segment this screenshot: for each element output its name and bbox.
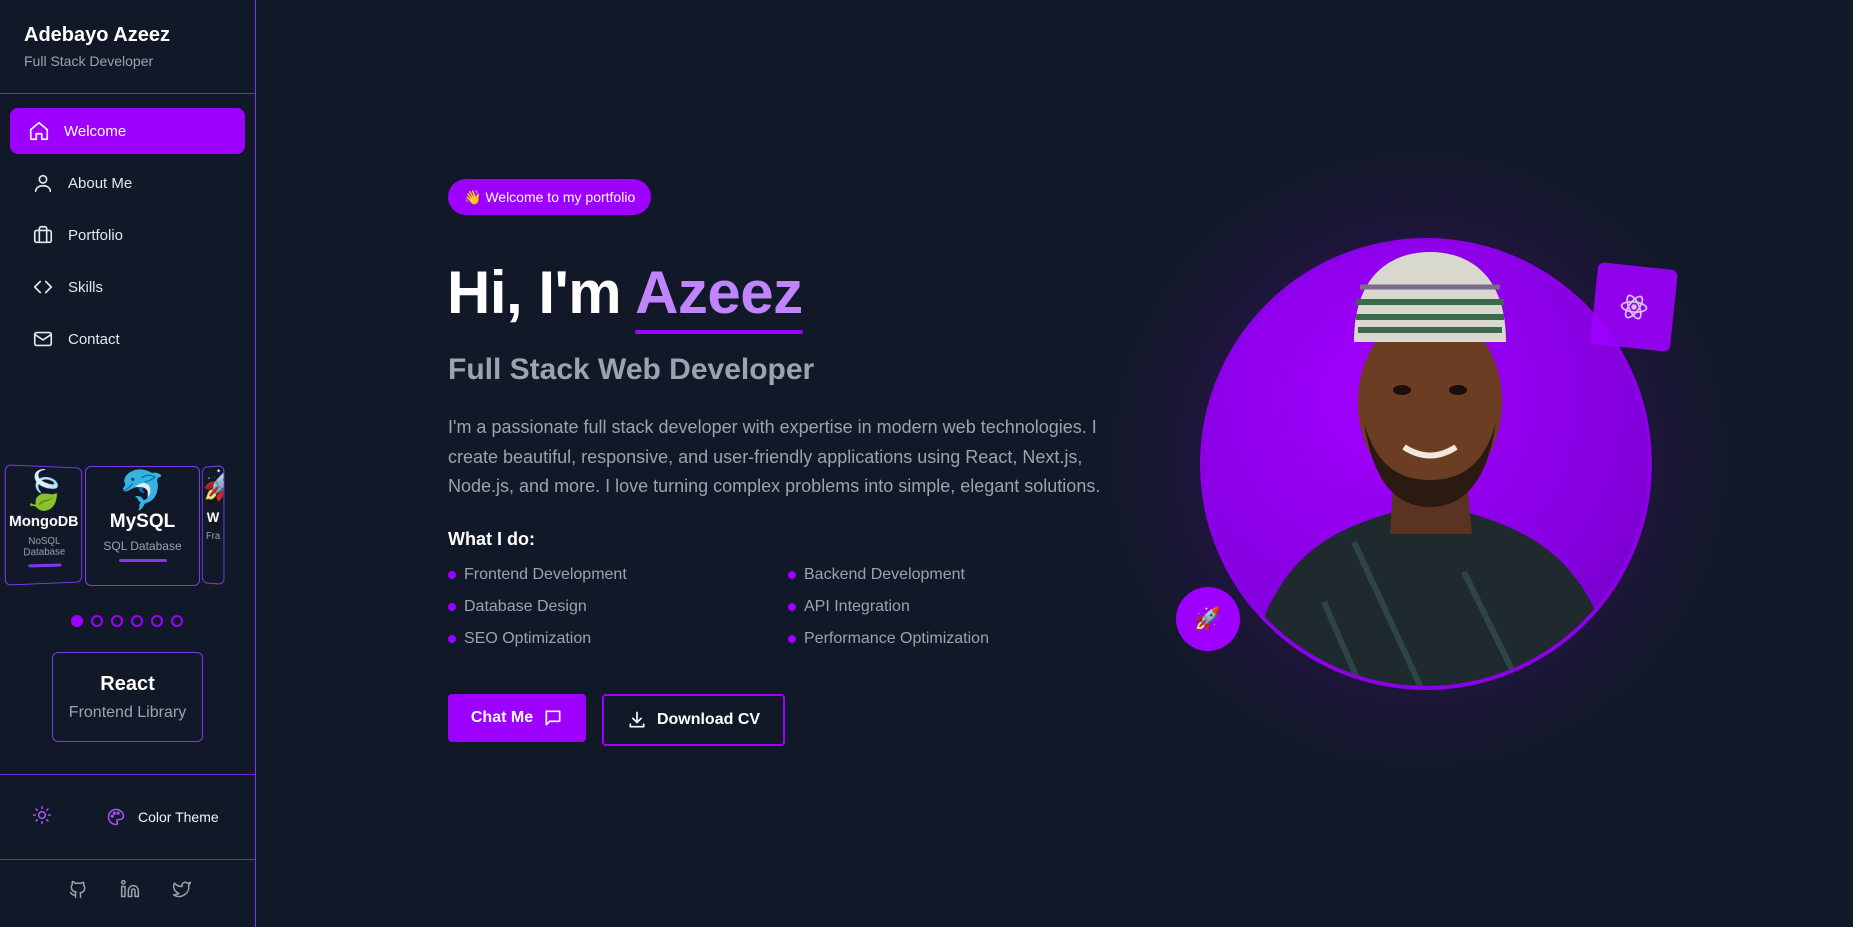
carousel-card-next[interactable]: 🚀 W Fra <box>201 465 225 585</box>
sidebar-item-skills[interactable]: Skills <box>10 264 245 310</box>
carousel-dot[interactable] <box>131 615 143 627</box>
carousel-card-title: W <box>206 508 220 525</box>
service-label: SEO Optimization <box>464 630 592 647</box>
palette-icon[interactable] <box>106 807 126 832</box>
profile-photo <box>1200 238 1652 690</box>
brand: Adebayo Azeez Full Stack Developer <box>0 0 255 94</box>
rocket-icon: 🚀 <box>1176 587 1240 651</box>
hero-title: Hi, I'm Azeez <box>447 258 803 327</box>
sidebar-nav: Welcome About Me Portfolio Skills Contac… <box>0 94 255 382</box>
services-list: Frontend Development Backend Development… <box>448 565 1048 649</box>
sidebar-item-label: Skills <box>68 278 104 296</box>
color-theme-button[interactable]: Color Theme <box>138 809 219 825</box>
list-item: Frontend Development <box>448 565 788 585</box>
tech-carousel[interactable]: 🍃 MongoDB NoSQL Database 🐬 MySQL SQL Dat… <box>0 462 256 592</box>
carousel-card-mongodb[interactable]: 🍃 MongoDB NoSQL Database <box>4 464 83 586</box>
home-icon <box>29 121 49 141</box>
message-icon <box>545 710 561 726</box>
bullet-icon <box>448 635 456 643</box>
carousel-dot[interactable] <box>71 615 83 627</box>
carousel-card-title: MongoDB <box>8 512 79 531</box>
list-item: SEO Optimization <box>448 629 788 649</box>
bullet-icon <box>788 571 796 579</box>
bullet-icon <box>448 603 456 611</box>
sidebar-item-label: Portfolio <box>68 226 124 244</box>
bullet-icon <box>448 571 456 579</box>
carousel-card-bar <box>27 563 61 568</box>
service-label: Backend Development <box>804 566 965 583</box>
carousel-dots <box>71 615 183 627</box>
chat-me-button[interactable]: Chat Me <box>448 694 586 742</box>
carousel-card-bar <box>118 559 167 562</box>
brand-role: Full Stack Developer <box>24 53 154 69</box>
leaf-icon: 🍃 <box>20 467 68 513</box>
service-label: Performance Optimization <box>804 630 989 647</box>
user-icon <box>34 174 52 193</box>
bullet-icon <box>788 603 796 611</box>
mail-icon <box>33 331 53 347</box>
hero-greeting: Hi, I'm <box>447 259 622 326</box>
service-label: Frontend Development <box>464 566 627 583</box>
hero-bio: I'm a passionate full stack developer wi… <box>448 417 1101 496</box>
current-tech-card: React Frontend Library <box>52 652 203 742</box>
twitter-icon[interactable] <box>171 878 193 900</box>
briefcase-icon <box>33 225 53 244</box>
rocket-icon: 🚀 <box>202 466 225 504</box>
social-links <box>0 878 255 900</box>
hero-subtitle: Full Stack Web Developer <box>448 353 815 386</box>
download-icon <box>629 711 645 728</box>
list-item: Database Design <box>448 597 788 617</box>
what-i-do-heading: What I do: <box>448 529 535 549</box>
carousel-dot[interactable] <box>151 615 163 627</box>
carousel-dot[interactable] <box>171 615 183 627</box>
current-tech-kind: Frontend Library <box>68 704 187 721</box>
brand-name: Adebayo Azeez <box>24 24 170 46</box>
carousel-card-subtitle: NoSQL Database <box>23 535 66 559</box>
download-cv-button[interactable]: Download CV <box>602 694 785 746</box>
service-label: Database Design <box>464 598 587 615</box>
download-cv-label: Download CV <box>656 711 761 728</box>
list-item: Backend Development <box>788 565 1048 585</box>
list-item: API Integration <box>788 597 1048 617</box>
list-item: Performance Optimization <box>788 629 1048 649</box>
service-label: API Integration <box>804 598 910 615</box>
sidebar-item-label: Welcome <box>64 122 127 140</box>
sidebar-item-contact[interactable]: Contact <box>10 316 245 362</box>
carousel-dot[interactable] <box>111 615 123 627</box>
code-icon <box>33 280 53 294</box>
carousel-card-subtitle: SQL Database <box>103 539 182 553</box>
chat-me-label: Chat Me <box>470 709 534 726</box>
sidebar: Adebayo Azeez Full Stack Developer Welco… <box>0 0 256 927</box>
sidebar-item-about[interactable]: About Me <box>10 160 245 206</box>
carousel-card-subtitle: Fra <box>206 530 221 543</box>
carousel-card-title: MySQL <box>109 511 176 532</box>
bullet-icon <box>788 635 796 643</box>
atom-icon <box>1589 262 1679 352</box>
dolphin-icon: 🐬 <box>118 468 167 512</box>
sidebar-item-label: About Me <box>68 174 133 192</box>
carousel-card-mysql[interactable]: 🐬 MySQL SQL Database <box>85 466 200 586</box>
github-icon[interactable] <box>67 878 89 900</box>
person-illustration <box>1245 252 1618 686</box>
theme-controls: Color Theme <box>0 774 255 860</box>
sun-icon[interactable] <box>32 805 52 830</box>
current-tech-name: React <box>100 673 155 695</box>
sidebar-item-portfolio[interactable]: Portfolio <box>10 212 245 258</box>
welcome-badge: 👋 Welcome to my portfolio <box>448 179 652 215</box>
sidebar-item-welcome[interactable]: Welcome <box>10 108 245 154</box>
carousel-dot[interactable] <box>91 615 103 627</box>
hero-name: Azeez <box>635 259 803 326</box>
linkedin-icon[interactable] <box>119 878 141 900</box>
sidebar-item-label: Contact <box>68 330 120 348</box>
